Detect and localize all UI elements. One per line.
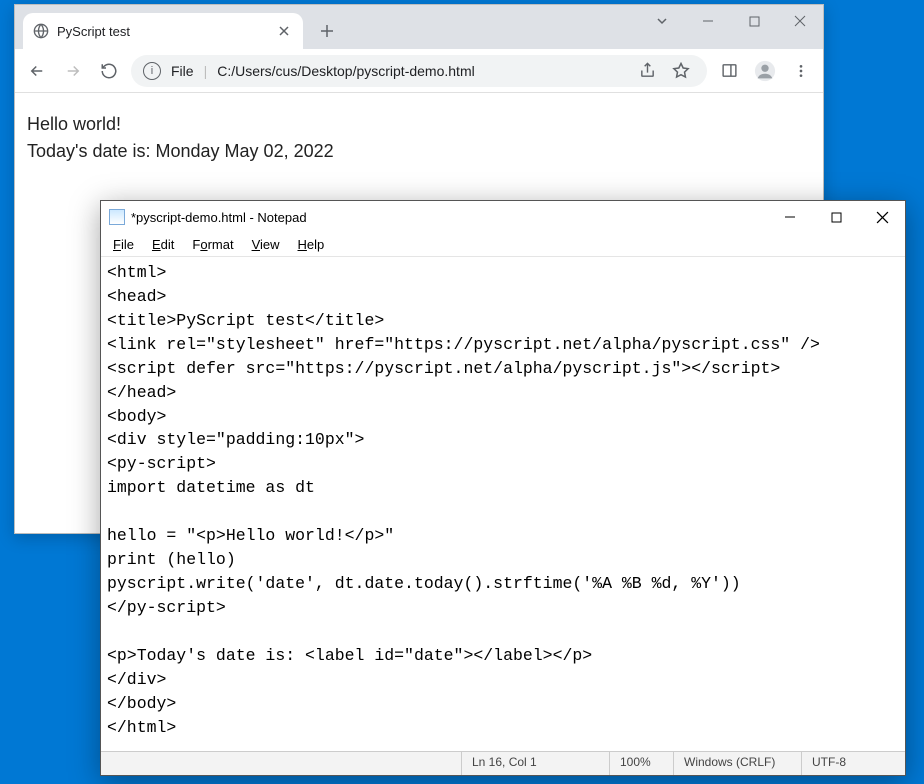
share-icon[interactable] xyxy=(633,57,661,85)
status-encoding: UTF-8 xyxy=(801,752,905,775)
maximize-button[interactable] xyxy=(731,5,777,37)
address-bar[interactable]: i File | C:/Users/cus/Desktop/pyscript-d… xyxy=(131,55,707,87)
chrome-window-controls xyxy=(639,5,823,37)
status-spacer xyxy=(101,752,461,775)
profile-avatar-icon[interactable] xyxy=(751,57,779,85)
globe-icon xyxy=(33,23,49,39)
kebab-menu-icon[interactable] xyxy=(787,57,815,85)
notepad-minimize-button[interactable] xyxy=(767,201,813,233)
page-date-prefix: Today's date is: xyxy=(27,141,156,161)
notepad-status-bar: Ln 16, Col 1 100% Windows (CRLF) UTF-8 xyxy=(101,751,905,775)
address-separator: | xyxy=(204,63,208,79)
page-date-line: Today's date is: Monday May 02, 2022 xyxy=(27,138,811,165)
chrome-chevron-down-icon[interactable] xyxy=(639,5,685,37)
chrome-tab-active[interactable]: PyScript test xyxy=(23,13,303,49)
menu-file[interactable]: File xyxy=(105,235,142,254)
close-tab-button[interactable] xyxy=(275,22,293,40)
page-date-value: Monday May 02, 2022 xyxy=(156,141,334,161)
site-info-icon[interactable]: i xyxy=(143,62,161,80)
close-window-button[interactable] xyxy=(777,5,823,37)
chrome-toolbar: i File | C:/Users/cus/Desktop/pyscript-d… xyxy=(15,49,823,93)
notepad-window: *pyscript-demo.html - Notepad File Edit … xyxy=(100,200,906,776)
status-cursor-position: Ln 16, Col 1 xyxy=(461,752,609,775)
page-hello-line: Hello world! xyxy=(27,111,811,138)
chrome-tab-strip: PyScript test xyxy=(15,5,823,49)
status-line-endings: Windows (CRLF) xyxy=(673,752,801,775)
bookmark-star-icon[interactable] xyxy=(667,57,695,85)
menu-format[interactable]: Format xyxy=(184,235,241,254)
back-button[interactable] xyxy=(23,57,51,85)
notepad-title-text: *pyscript-demo.html - Notepad xyxy=(131,210,307,225)
notepad-menu-bar: File Edit Format View Help xyxy=(101,233,905,257)
minimize-button[interactable] xyxy=(685,5,731,37)
address-url: C:/Users/cus/Desktop/pyscript-demo.html xyxy=(217,63,475,79)
browser-page-content: Hello world! Today's date is: Monday May… xyxy=(15,93,823,183)
forward-button[interactable] xyxy=(59,57,87,85)
menu-help[interactable]: Help xyxy=(290,235,333,254)
notepad-app-icon xyxy=(109,209,125,225)
new-tab-button[interactable] xyxy=(313,17,341,45)
address-scheme-label: File xyxy=(171,63,194,79)
menu-view[interactable]: View xyxy=(244,235,288,254)
notepad-maximize-button[interactable] xyxy=(813,201,859,233)
chrome-tab-title: PyScript test xyxy=(57,24,267,39)
notepad-window-controls xyxy=(767,201,905,233)
menu-edit[interactable]: Edit xyxy=(144,235,182,254)
notepad-title-bar[interactable]: *pyscript-demo.html - Notepad xyxy=(101,201,905,233)
status-zoom: 100% xyxy=(609,752,673,775)
side-panel-icon[interactable] xyxy=(715,57,743,85)
reload-button[interactable] xyxy=(95,57,123,85)
notepad-close-button[interactable] xyxy=(859,201,905,233)
notepad-text-area[interactable]: <html> <head> <title>PyScript test</titl… xyxy=(101,257,905,751)
